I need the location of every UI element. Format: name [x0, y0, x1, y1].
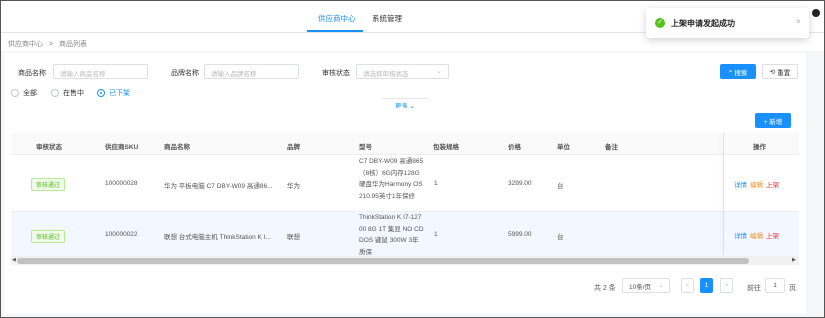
- pagination-total: 共 2 条: [594, 285, 616, 292]
- col-header-brand: 品牌: [287, 144, 300, 151]
- cell-brand: 华为: [287, 183, 300, 190]
- col-header-name: 商品名称: [164, 144, 190, 151]
- col-header-pack: 包装规格: [433, 144, 459, 151]
- horizontal-scrollbar[interactable]: ◀ ▶: [11, 257, 799, 265]
- page-size-select[interactable]: 10条/页 ⌄: [622, 278, 670, 293]
- audit-status-select[interactable]: 请选择审核状态 ⌄: [356, 64, 449, 79]
- col-header-model: 型号: [359, 144, 372, 151]
- breadcrumb: 供应商中心 > 商品列表: [8, 39, 91, 49]
- cell-pack: 1: [434, 180, 438, 187]
- radio-off-shelf[interactable]: 已下架: [97, 88, 130, 98]
- cell-brand: 联想: [287, 234, 300, 241]
- breadcrumb-item-product-list: 商品列表: [59, 41, 87, 48]
- shelf-link[interactable]: 上架: [766, 233, 779, 240]
- detail-link[interactable]: 详情: [734, 233, 747, 240]
- search-button-label: 搜索: [734, 69, 748, 77]
- tab-supplier-center[interactable]: 供应商中心: [318, 13, 356, 24]
- goto-page-input[interactable]: 1: [765, 278, 785, 293]
- cell-price: 3299.00: [508, 180, 532, 187]
- brand-name-label: 品牌名称: [171, 70, 199, 77]
- cell-pack: 1: [434, 231, 438, 238]
- page-size-value: 10条/页: [629, 283, 652, 291]
- reset-button[interactable]: ⟲ 重置: [762, 64, 798, 79]
- radio-off-shelf-label: 已下架: [109, 90, 130, 97]
- cell-product-name: 华为 平板电脑 C7 DBY-W09 高通86...: [164, 183, 273, 190]
- edit-link[interactable]: 编辑: [750, 182, 763, 189]
- page-1-button[interactable]: 1: [700, 278, 713, 293]
- radio-circle-icon: [11, 89, 19, 97]
- search-icon: ⌕: [728, 67, 733, 75]
- radio-all[interactable]: 全部: [11, 88, 37, 98]
- tab-system-management[interactable]: 系统管理: [372, 13, 402, 24]
- prev-page-button[interactable]: <: [681, 278, 694, 293]
- scrollbar-thumb[interactable]: [17, 258, 749, 264]
- cell-sku: 100000022: [105, 231, 138, 238]
- cell-product-name: 联想 台式电脑主机 ThinkStation K I...: [164, 234, 271, 241]
- fixed-column-divider: [723, 133, 724, 255]
- app-frame: 供应商中心 系统管理 供应商中心 > 商品列表 商品名称 请输入商品名称 品牌名…: [0, 0, 825, 318]
- scroll-right-icon[interactable]: ▶: [792, 257, 796, 263]
- audit-status-placeholder: 请选择审核状态: [363, 71, 409, 78]
- add-button[interactable]: + 新增: [755, 113, 791, 128]
- user-avatar[interactable]: [812, 9, 820, 17]
- close-icon[interactable]: ×: [796, 17, 801, 26]
- next-page-button[interactable]: >: [720, 278, 733, 293]
- col-header-status: 审核状态: [36, 144, 62, 151]
- radio-all-label: 全部: [23, 90, 37, 97]
- search-button[interactable]: ⌕ 搜索: [720, 64, 756, 79]
- brand-name-input[interactable]: 请输入品牌名称: [204, 64, 299, 79]
- cell-price: 5999.00: [508, 231, 532, 238]
- radio-on-sale[interactable]: 在售中: [51, 88, 84, 98]
- goto-label: 前往: [747, 285, 761, 292]
- cell-model: ThinkStation K I7-12700 8G 1T 集显 NO CD D…: [359, 214, 424, 256]
- col-header-unit: 单位: [557, 144, 570, 151]
- toast-message: 上架申请发起成功: [671, 19, 735, 28]
- active-tab-indicator: [307, 30, 363, 32]
- row-actions: 详情 编辑 上架: [734, 179, 779, 189]
- status-badge: 审核通过: [31, 230, 66, 243]
- shelf-link[interactable]: 上架: [766, 182, 779, 189]
- row-actions: 详情 编辑 上架: [734, 230, 779, 240]
- cell-unit: 台: [557, 183, 564, 190]
- col-header-price: 价格: [508, 144, 521, 151]
- cell-sku: 100000028: [105, 180, 138, 187]
- status-badge: 审核通过: [31, 178, 66, 191]
- cell-model: C7 DBY-W09 高通865（8核）6G内存128G硬盘华为Harmony …: [359, 158, 424, 200]
- radio-circle-icon: [51, 89, 59, 97]
- audit-status-label: 审核状态: [322, 70, 350, 77]
- edit-link[interactable]: 编辑: [750, 233, 763, 240]
- reset-icon: ⟲: [769, 68, 776, 76]
- success-toast: ✓ 上架申请发起成功 ×: [646, 8, 809, 38]
- detail-link[interactable]: 详情: [734, 182, 747, 189]
- col-header-sku: 供应商SKU: [105, 144, 139, 151]
- breadcrumb-separator: >: [48, 41, 54, 48]
- reset-button-label: 重置: [777, 69, 791, 77]
- col-header-note: 备注: [605, 144, 618, 151]
- scroll-left-icon[interactable]: ◀: [12, 257, 16, 263]
- chevron-down-icon: ⌄: [436, 68, 442, 75]
- page-unit-label: 页: [789, 285, 796, 292]
- cell-unit: 台: [557, 234, 564, 241]
- breadcrumb-item-supplier-center[interactable]: 供应商中心: [8, 41, 43, 48]
- col-header-actions: 操作: [753, 144, 766, 151]
- radio-selected-icon: [97, 89, 105, 97]
- product-name-input[interactable]: 请输入商品名称: [53, 64, 148, 79]
- check-circle-icon: ✓: [655, 18, 665, 28]
- radio-on-sale-label: 在售中: [63, 90, 84, 97]
- product-name-label: 商品名称: [18, 70, 46, 77]
- chevron-down-icon: ⌄: [658, 282, 664, 289]
